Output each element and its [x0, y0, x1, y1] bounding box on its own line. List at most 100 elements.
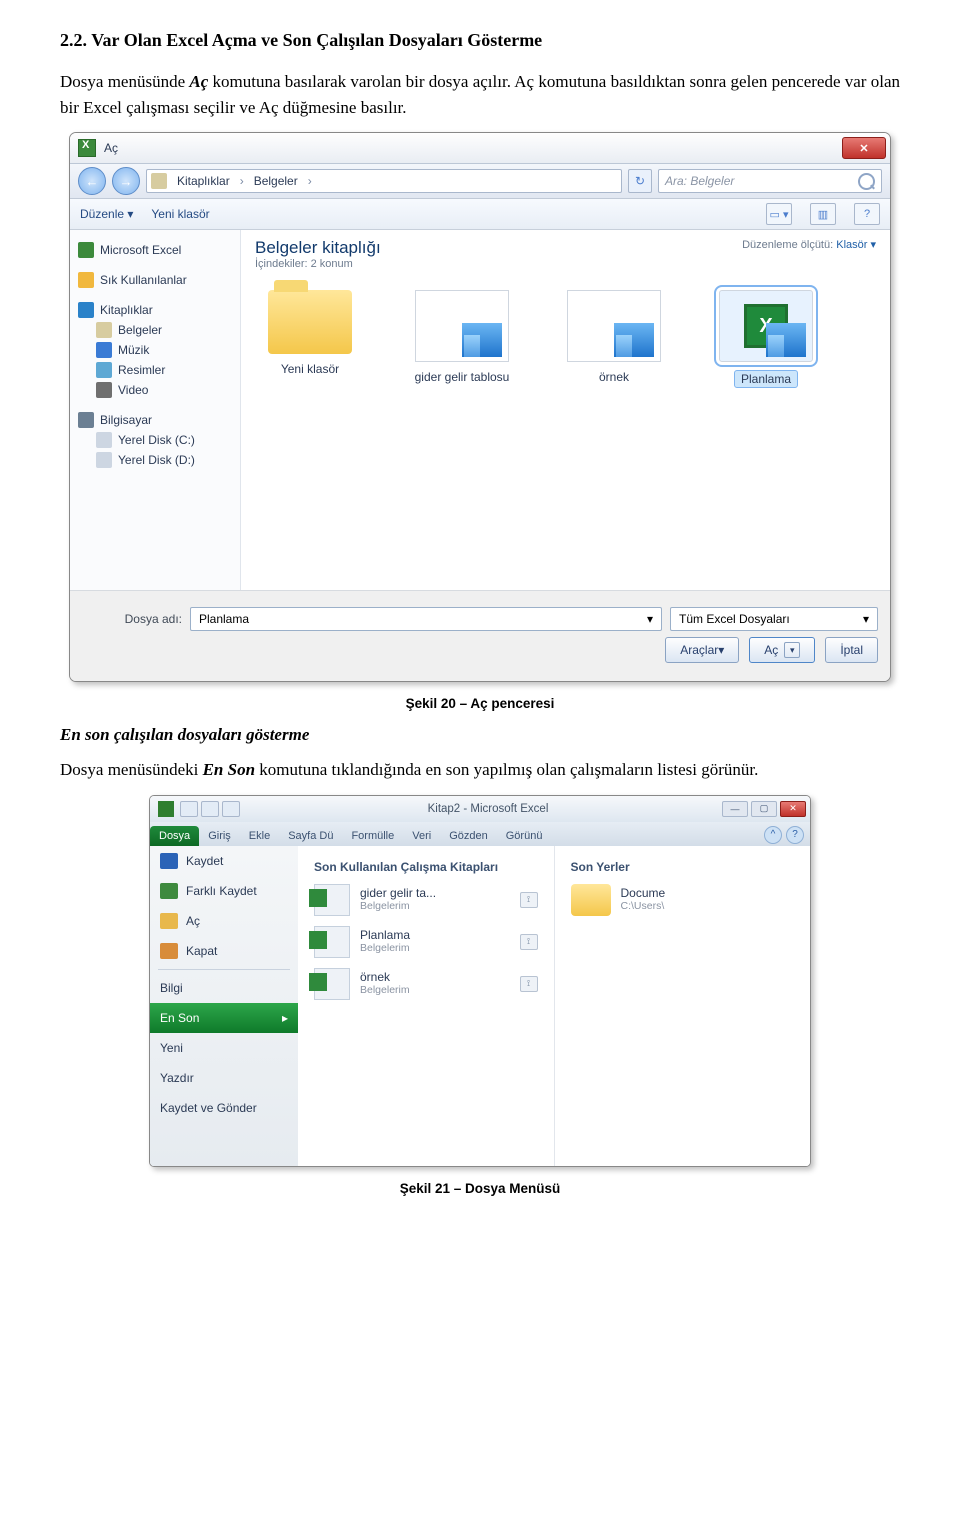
paragraph-2: Dosya menüsündeki En Son komutuna tıklan…: [60, 757, 900, 783]
subheading-recent: En son çalışılan dosyaları gösterme: [60, 725, 900, 745]
minimize-ribbon-icon[interactable]: ^: [764, 826, 782, 844]
document-icon: [96, 322, 112, 338]
pin-icon[interactable]: ⟟: [520, 976, 538, 992]
bs-item-new[interactable]: Yeni: [150, 1033, 298, 1063]
menu-ac: Aç: [189, 72, 208, 91]
bs-item-recent[interactable]: En Son▸: [150, 1003, 298, 1033]
tab-home[interactable]: Giriş: [199, 826, 240, 846]
preview-pane-button[interactable]: ▥: [810, 203, 836, 225]
refresh-button[interactable]: ↻: [628, 169, 652, 193]
tab-formulas[interactable]: Formülle: [342, 826, 403, 846]
recent-workbooks-column: Son Kullanılan Çalışma Kitapları gider g…: [298, 846, 554, 1166]
recent-workbooks-title: Son Kullanılan Çalışma Kitapları: [314, 860, 538, 874]
file-name-input[interactable]: Planlama▾: [190, 607, 662, 631]
nav-back-button[interactable]: ←: [78, 167, 106, 195]
music-icon: [96, 342, 112, 358]
help-icon[interactable]: ?: [786, 826, 804, 844]
workbook-icon: [415, 290, 509, 362]
excel-window: Kitap2 - Microsoft Excel — ▢ ✕ Dosya Gir…: [149, 795, 811, 1167]
tab-data[interactable]: Veri: [403, 826, 440, 846]
file-item-workbook[interactable]: gider gelir tablosu: [407, 290, 517, 388]
file-item-folder[interactable]: Yeni klasör: [255, 290, 365, 388]
backstage-nav: Kaydet Farklı Kaydet Aç Kapat Bilgi En S…: [150, 846, 298, 1166]
nav-item-pictures[interactable]: Resimler: [70, 360, 240, 380]
tab-view[interactable]: Görünü: [497, 826, 552, 846]
figure-20-caption: Şekil 20 – Aç penceresi: [60, 696, 900, 711]
recent-item[interactable]: gider gelir ta...Belgelerim⟟: [314, 884, 538, 916]
excel-icon: [78, 242, 94, 258]
bs-item-open[interactable]: Aç: [150, 906, 298, 936]
bs-item-close[interactable]: Kapat: [150, 936, 298, 966]
workbook-icon: [314, 926, 350, 958]
open-button[interactable]: Aç▾: [749, 637, 815, 663]
library-subtitle: İçindekiler: 2 konum: [255, 258, 381, 270]
search-icon: [858, 173, 875, 190]
bs-item-print[interactable]: Yazdır: [150, 1063, 298, 1093]
tab-review[interactable]: Gözden: [440, 826, 497, 846]
nav-item-libraries[interactable]: Kitaplıklar: [70, 300, 240, 320]
tools-button[interactable]: Araçlar ▾: [665, 637, 739, 663]
bs-item-info[interactable]: Bilgi: [150, 973, 298, 1003]
qat-redo-icon[interactable]: [222, 801, 240, 817]
qat-undo-icon[interactable]: [201, 801, 219, 817]
view-mode-button[interactable]: ▭ ▾: [766, 203, 792, 225]
picture-icon: [96, 362, 112, 378]
qat-save-icon[interactable]: [180, 801, 198, 817]
excel-icon: X: [744, 304, 788, 348]
nav-item-music[interactable]: Müzik: [70, 340, 240, 360]
address-bar[interactable]: Kitaplıklar› Belgeler›: [146, 169, 622, 193]
menu-en-son: En Son: [203, 760, 255, 779]
search-input[interactable]: Ara: Belgeler: [658, 169, 882, 193]
nav-item-excel[interactable]: Microsoft Excel: [70, 240, 240, 260]
file-type-filter[interactable]: Tüm Excel Dosyaları▾: [670, 607, 878, 631]
disk-icon: [96, 432, 112, 448]
video-icon: [96, 382, 112, 398]
file-item-workbook-selected[interactable]: XPlanlama: [711, 290, 821, 388]
section-title: Var Olan Excel Açma ve Son Çalışılan Dos…: [91, 30, 542, 50]
pin-icon[interactable]: ⟟: [520, 892, 538, 908]
arrange-by[interactable]: Düzenleme ölçütü: Klasör ▾: [742, 238, 876, 251]
nav-forward-button[interactable]: →: [112, 167, 140, 195]
excel-icon: [158, 801, 174, 817]
bs-item-saveas[interactable]: Farklı Kaydet: [150, 876, 298, 906]
nav-item-disk-d[interactable]: Yerel Disk (D:): [70, 450, 240, 470]
minimize-button[interactable]: —: [722, 801, 748, 817]
location-icon: [151, 173, 167, 189]
breadcrumb[interactable]: Kitaplıklar: [171, 171, 236, 191]
tab-pagelayout[interactable]: Sayfa Dü: [279, 826, 342, 846]
help-button[interactable]: ?: [854, 203, 880, 225]
recent-place[interactable]: DocumeC:\Users\: [571, 884, 795, 916]
recent-item[interactable]: örnekBelgelerim⟟: [314, 968, 538, 1000]
nav-item-documents[interactable]: Belgeler: [70, 320, 240, 340]
tab-insert[interactable]: Ekle: [240, 826, 279, 846]
maximize-button[interactable]: ▢: [751, 801, 777, 817]
close-button[interactable]: ✕: [780, 801, 806, 817]
quick-access-toolbar: [180, 801, 240, 817]
dialog-footer: Dosya adı: Planlama▾ Tüm Excel Dosyaları…: [70, 590, 890, 681]
file-content-pane: Belgeler kitaplığı İçindekiler: 2 konum …: [241, 230, 890, 590]
window-titlebar: Kitap2 - Microsoft Excel — ▢ ✕: [150, 796, 810, 822]
file-item-workbook[interactable]: örnek: [559, 290, 669, 388]
bs-item-save-send[interactable]: Kaydet ve Gönder: [150, 1093, 298, 1123]
open-icon: [160, 913, 178, 929]
nav-item-computer[interactable]: Bilgisayar: [70, 410, 240, 430]
nav-item-disk-c[interactable]: Yerel Disk (C:): [70, 430, 240, 450]
paragraph-1: Dosya menüsünde Aç komutuna basılarak va…: [60, 69, 900, 120]
bs-item-save[interactable]: Kaydet: [150, 846, 298, 876]
toolbar: Düzenle ▾ Yeni klasör ▭ ▾ ▥ ?: [70, 199, 890, 230]
new-folder-button[interactable]: Yeni klasör: [151, 207, 209, 221]
nav-item-video[interactable]: Video: [70, 380, 240, 400]
disk-icon: [96, 452, 112, 468]
open-dialog: Aç ✕ ← → Kitaplıklar› Belgeler› ↻ Ara: B…: [69, 132, 891, 682]
breadcrumb[interactable]: Belgeler: [248, 171, 304, 191]
organize-button[interactable]: Düzenle ▾: [80, 207, 133, 221]
folder-icon: [268, 290, 352, 354]
workbook-icon: [314, 884, 350, 916]
library-title: Belgeler kitaplığı: [255, 238, 381, 258]
nav-item-favorites[interactable]: Sık Kullanılanlar: [70, 270, 240, 290]
cancel-button[interactable]: İptal: [825, 637, 878, 663]
recent-item[interactable]: PlanlamaBelgelerim⟟: [314, 926, 538, 958]
pin-icon[interactable]: ⟟: [520, 934, 538, 950]
close-button[interactable]: ✕: [842, 137, 886, 159]
tab-file[interactable]: Dosya: [150, 826, 199, 846]
